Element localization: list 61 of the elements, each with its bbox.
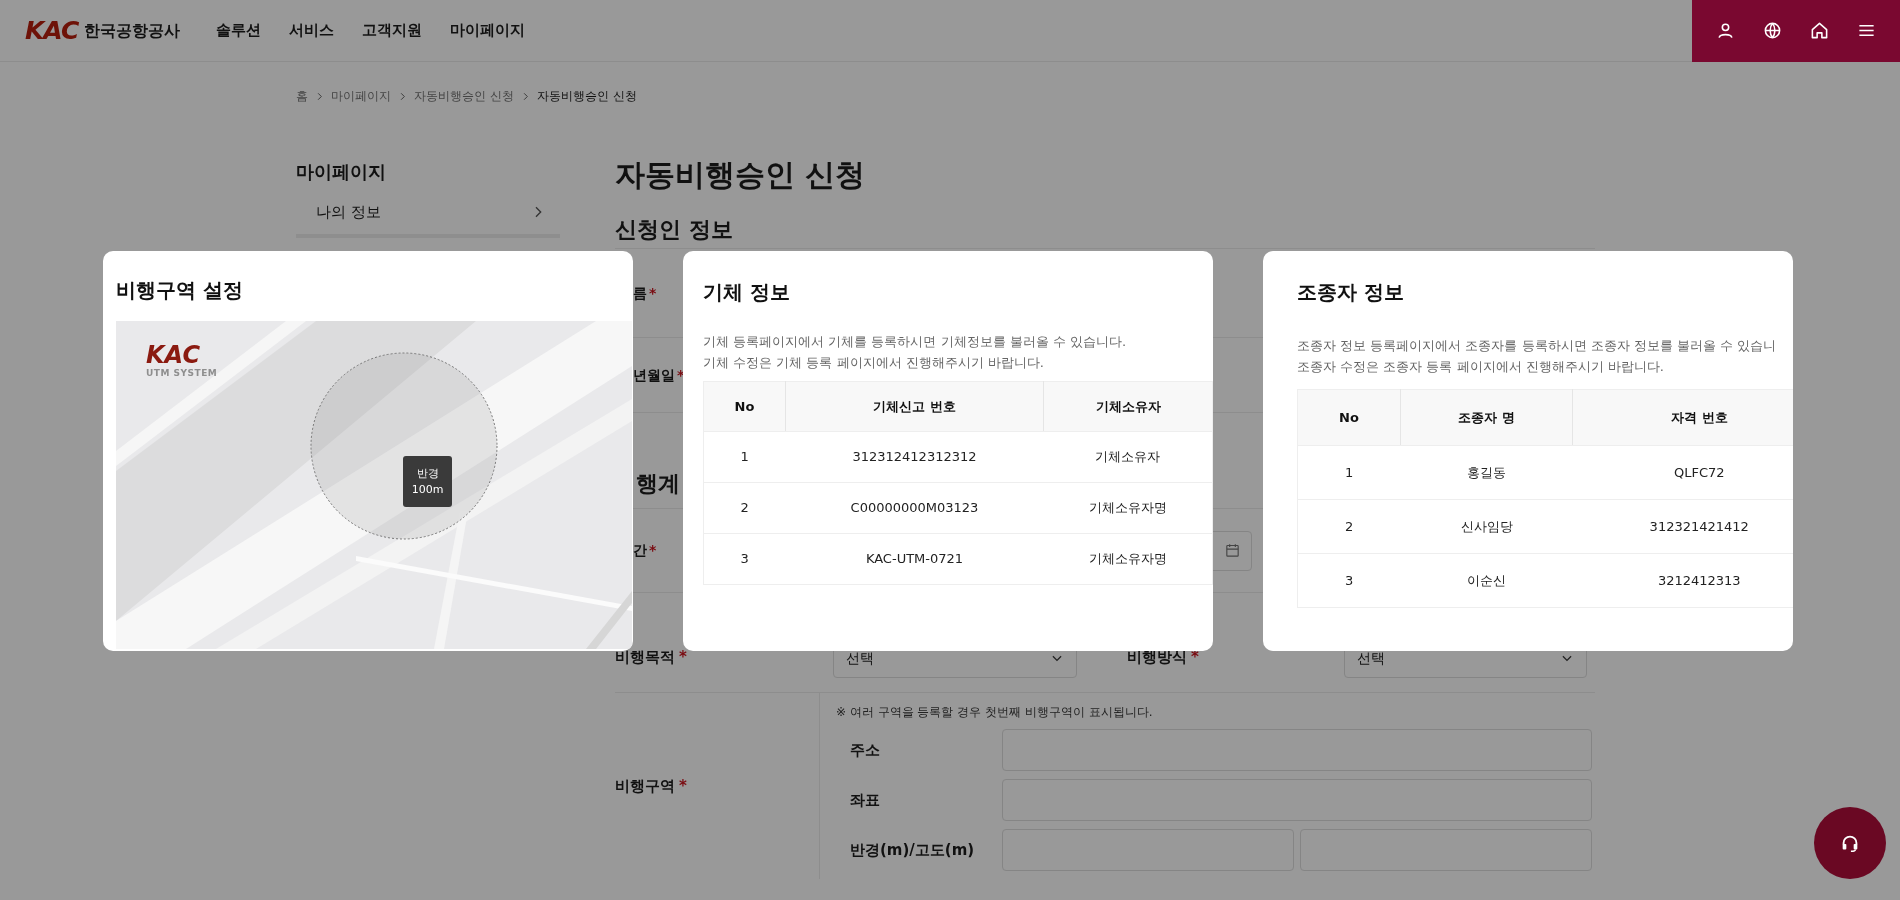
sidebar-title: 마이페이지 xyxy=(296,160,387,184)
table-cell: QLFC72 xyxy=(1572,445,1793,500)
page-title: 자동비행승인 신청 xyxy=(615,156,867,194)
table-cell: 1 xyxy=(1297,445,1401,500)
table-cell: 3 xyxy=(703,533,786,585)
breadcrumb-link[interactable]: 자동비행승인 신청 xyxy=(414,87,514,105)
org-name: 한국공항공사 xyxy=(84,19,181,42)
column-header: 자격 번호 xyxy=(1572,389,1793,446)
modal-title: 기체 정보 xyxy=(703,279,791,306)
home-icon[interactable] xyxy=(1810,21,1829,40)
user-icon[interactable] xyxy=(1716,21,1735,40)
table-cell: 1 xyxy=(703,431,786,483)
breadcrumb-link[interactable]: 홈 xyxy=(296,87,308,105)
section-title: 행계 xyxy=(636,470,680,498)
nav-link[interactable]: 고객지원 xyxy=(362,19,423,42)
column-header: No xyxy=(1297,389,1401,446)
column-header: 조종자 명 xyxy=(1400,389,1573,446)
nav-link[interactable]: 서비스 xyxy=(289,19,335,42)
map-logo: KAC xyxy=(146,343,202,367)
column-header: No xyxy=(703,381,786,432)
table-cell: 신사임당 xyxy=(1400,499,1573,554)
field-label: 비행목적 * xyxy=(615,647,687,666)
column-header: 기체소유자 xyxy=(1043,381,1213,432)
logo[interactable]: KAC xyxy=(25,18,79,43)
breadcrumb-link[interactable]: 자동비행승인 신청 xyxy=(536,87,637,105)
table-cell: 312321421412 xyxy=(1572,499,1793,554)
modal-title: 조종자 정보 xyxy=(1297,279,1405,306)
table-cell: C00000000M03123 xyxy=(785,482,1044,534)
globe-icon[interactable] xyxy=(1763,21,1782,40)
radius-tooltip: 반경 100m xyxy=(403,456,452,507)
field-label: 반경(m)/고도(m) xyxy=(849,839,976,861)
sidebar-item[interactable]: 나의 정보 xyxy=(296,185,560,238)
table-cell: 2 xyxy=(703,482,786,534)
nav-link[interactable]: 마이페이지 xyxy=(450,19,526,42)
calendar-icon xyxy=(1224,542,1241,559)
table-cell: 홍길동 xyxy=(1400,445,1573,500)
column-header: 기체신고 번호 xyxy=(785,381,1044,432)
field-label: 주소 xyxy=(849,739,881,761)
nav-link[interactable]: 솔루션 xyxy=(216,19,262,42)
table-cell: 312312412312312 xyxy=(785,431,1044,483)
field-label: 좌표 xyxy=(849,789,881,811)
section-title: 신청인 정보 xyxy=(615,216,734,244)
field-label: 름* xyxy=(633,284,657,301)
map-logo-caption: UTM SYSTEM xyxy=(146,369,218,378)
table-cell: 기체소유자명 xyxy=(1043,482,1213,534)
note-text: ※ 여러 구역을 등록할 경우 첫번째 비행구역이 표시됩니다. xyxy=(836,704,1154,721)
description-text: 기체 등록페이지에서 기체를 등록하시면 기체정보를 불러올 수 있습니다. xyxy=(703,333,1128,351)
modal-title: 비행구역 설정 xyxy=(115,277,244,304)
breadcrumb-link[interactable]: 마이페이지 xyxy=(331,87,391,105)
table-cell: KAC-UTM-0721 xyxy=(785,533,1044,585)
field-label: 간* xyxy=(633,542,657,558)
description-text: 조종자 정보 등록페이지에서 조종자를 등록하시면 조종자 정보를 불러올 수 있습니 xyxy=(1297,337,1778,355)
table-cell: 3 xyxy=(1297,553,1401,608)
description-text: 기체 수정은 기체 등록 페이지에서 진행해주시기 바랍니다. xyxy=(703,354,1045,372)
table-cell: 기체소유자 xyxy=(1043,431,1213,483)
table-cell: 2 xyxy=(1297,499,1401,554)
field-label: 비행구역 * xyxy=(615,775,687,797)
table-cell: 3212412313 xyxy=(1572,553,1793,608)
table-cell: 기체소유자명 xyxy=(1043,533,1213,585)
description-text: 조종자 수정은 조종자 등록 페이지에서 진행해주시기 바랍니다. xyxy=(1297,358,1665,376)
table-cell: 이순신 xyxy=(1400,553,1573,608)
